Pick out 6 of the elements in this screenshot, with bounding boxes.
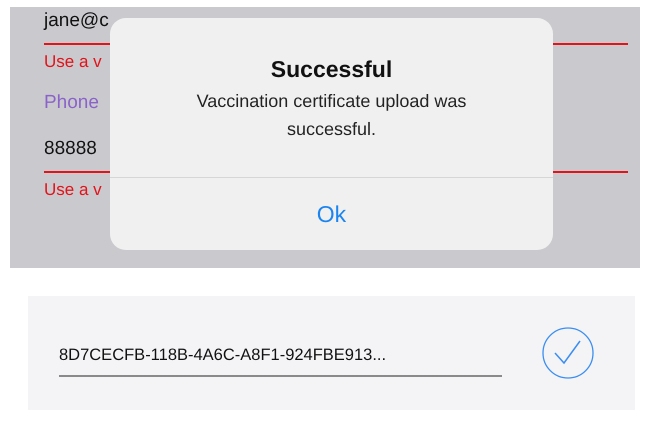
alert-message: Vaccination certificate upload was successful.	[196, 90, 468, 141]
error-message: Use a v	[44, 179, 102, 201]
field-label: Phone	[44, 91, 99, 115]
certificate-field[interactable]: 8D7CECFB-118B-4A6C-A8F1-924FBE913...	[59, 346, 502, 376]
error-message: Use a v	[44, 51, 102, 73]
alert-title: Successful	[270, 56, 392, 83]
